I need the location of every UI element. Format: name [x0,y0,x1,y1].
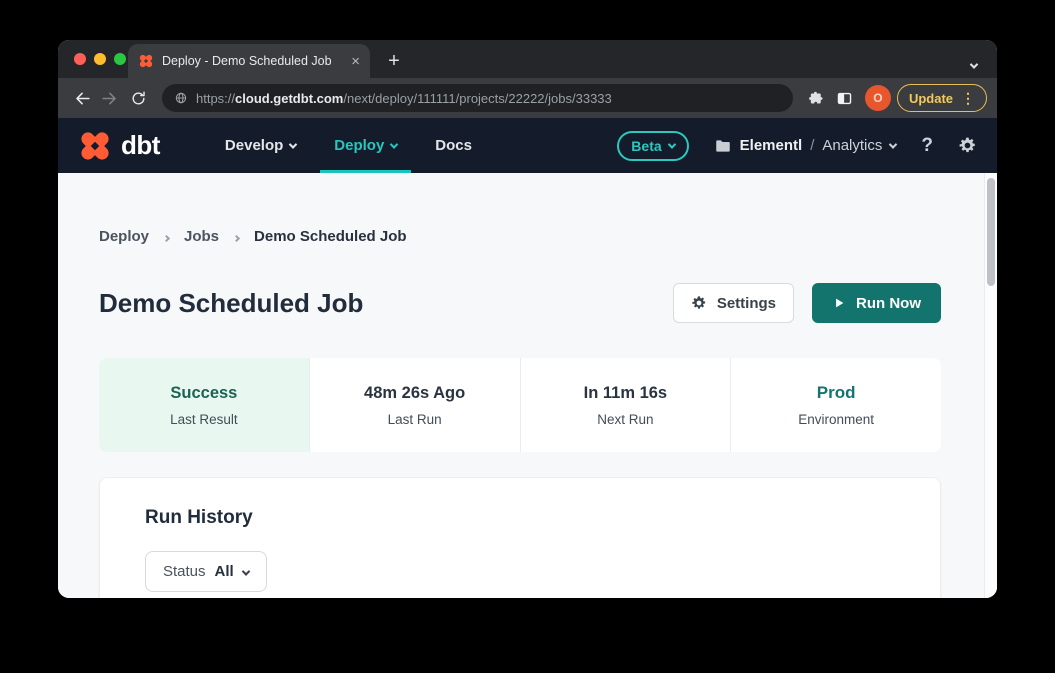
side-panel-icon[interactable] [831,84,859,112]
page-header: Demo Scheduled Job Settings Run Now [99,283,941,323]
account-project-switcher[interactable]: Elementl / Analytics [714,137,897,155]
stat-value: Prod [817,383,856,403]
stat-label: Last Result [170,412,238,427]
back-icon[interactable] [68,84,96,112]
header-actions: Settings Run Now [673,283,941,323]
stat-value: 48m 26s Ago [364,384,465,403]
navbar-right: Beta Elementl / Analytics ? [617,131,977,161]
close-window-button[interactable] [74,53,86,65]
run-now-button[interactable]: Run Now [812,283,941,323]
update-button[interactable]: Update ⋮ [897,84,987,112]
account-name[interactable]: Elementl [740,137,803,154]
stat-label: Environment [798,412,874,427]
stat-environment: Prod Environment [730,358,941,452]
stat-label: Last Run [388,412,442,427]
stat-value: In 11m 16s [584,384,667,403]
run-history-title: Run History [145,507,895,529]
gear-icon [691,295,707,311]
stat-next-run: In 11m 16s Next Run [520,358,731,452]
browser-toolbar: https://cloud.getdbt.com/next/deploy/111… [58,78,997,118]
reload-icon[interactable] [124,84,152,112]
stat-value: Success [170,384,237,403]
chevron-down-icon [390,140,398,148]
stat-label: Next Run [597,412,653,427]
nav-item-deploy[interactable]: Deploy [315,118,416,173]
play-icon [832,296,846,310]
tab-strip: Deploy - Demo Scheduled Job × + [58,40,997,78]
breadcrumb-jobs[interactable]: Jobs [184,228,219,245]
chevron-right-icon [164,228,169,245]
url-text[interactable]: https://cloud.getdbt.com/next/deploy/111… [196,91,612,106]
nav-item-docs[interactable]: Docs [416,118,491,173]
help-button[interactable]: ? [921,135,933,157]
fullscreen-window-button[interactable] [114,53,126,65]
page-content: Deploy Jobs Demo Scheduled Job Demo Sche… [58,173,997,598]
site-info-globe-icon[interactable] [174,91,188,105]
settings-button[interactable]: Settings [673,283,794,323]
dbt-logo[interactable]: dbt [78,129,160,163]
breadcrumb-deploy[interactable]: Deploy [99,228,149,245]
new-tab-button[interactable]: + [380,47,408,75]
folder-icon [714,137,732,155]
scrollbar[interactable] [984,173,997,598]
breadcrumb: Deploy Jobs Demo Scheduled Job [99,173,941,245]
browser-menu-icon[interactable]: ⋮ [961,90,975,107]
chevron-down-icon [889,140,897,148]
nav-item-develop[interactable]: Develop [206,118,315,173]
project-name[interactable]: Analytics [822,137,882,154]
job-stats-strip: Success Last Result 48m 26s Ago Last Run… [99,358,941,452]
dbt-navbar: dbt Develop Deploy Docs Beta Elementl / … [58,118,997,173]
settings-gear-icon[interactable] [958,136,977,155]
tab-title: Deploy - Demo Scheduled Job [162,54,343,68]
stat-last-result: Success Last Result [99,358,309,452]
browser-window: Deploy - Demo Scheduled Job × + https://… [58,40,997,598]
run-history-card: Run History Status All [99,477,941,598]
browser-tab[interactable]: Deploy - Demo Scheduled Job × [128,44,370,78]
main-nav: Develop Deploy Docs [206,118,491,173]
tab-close-icon[interactable]: × [351,54,360,69]
dbt-favicon-icon [138,53,154,69]
dbt-mark-icon [78,129,112,163]
page-title: Demo Scheduled Job [99,288,363,319]
minimize-window-button[interactable] [94,53,106,65]
beta-dropdown[interactable]: Beta [617,131,688,161]
chevron-down-icon [289,140,297,148]
address-bar[interactable]: https://cloud.getdbt.com/next/deploy/111… [162,84,793,112]
extensions-puzzle-icon[interactable] [803,84,831,112]
forward-icon[interactable] [96,84,124,112]
chevron-right-icon [234,228,239,245]
stat-last-run: 48m 26s Ago Last Run [309,358,520,452]
chevron-down-icon [243,563,249,580]
tab-search-chevron-icon[interactable] [971,56,977,74]
scrollbar-thumb[interactable] [987,178,995,286]
chevron-down-icon [667,140,675,148]
status-filter-dropdown[interactable]: Status All [145,551,267,592]
window-controls[interactable] [74,53,126,65]
profile-avatar[interactable]: O [865,85,891,111]
breadcrumb-current: Demo Scheduled Job [254,228,407,245]
